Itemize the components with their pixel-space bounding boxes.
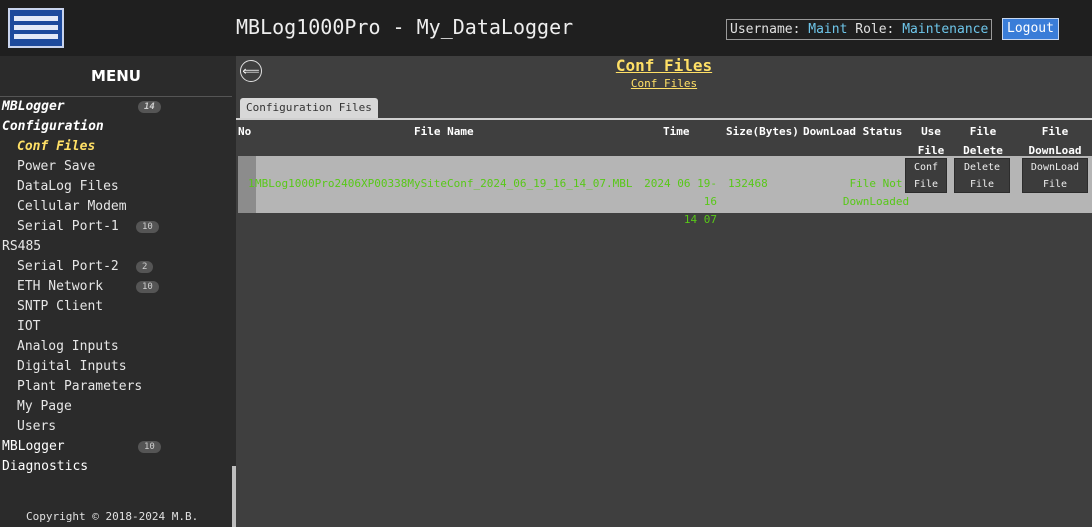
column-header-file-download: File DownLoad bbox=[1024, 122, 1086, 160]
time-line: 14 07 bbox=[683, 213, 717, 226]
column-header-status: DownLoad Status bbox=[803, 125, 903, 138]
count-badge: 10 bbox=[136, 281, 159, 293]
cell-time: 2024 06 19-16 14 07 bbox=[633, 175, 717, 229]
username-label: Username: bbox=[730, 22, 801, 37]
sidebar-item-label-line2: RS485 bbox=[2, 239, 42, 254]
button-label: File bbox=[913, 179, 939, 190]
cell-no: 1 bbox=[248, 177, 255, 190]
cell-status: File Not DownLoaded bbox=[836, 175, 916, 211]
group-label-line2: Configuration bbox=[2, 119, 104, 134]
count-badge: 14 bbox=[138, 101, 161, 113]
role-value: Maintenance bbox=[902, 22, 989, 37]
app-title: MBLog1000Pro - My_DataLogger bbox=[236, 15, 574, 39]
sidebar-item-users[interactable]: Users bbox=[0, 417, 232, 437]
sidebar-item-power-save[interactable]: Power Save bbox=[0, 157, 232, 177]
time-line: 2024 06 19-16 bbox=[644, 177, 717, 208]
group-label-line1: MBLogger bbox=[2, 99, 65, 114]
cell-size: 132468 bbox=[728, 177, 768, 190]
top-header: MBLog1000Pro - My_DataLogger Username: M… bbox=[0, 0, 1092, 57]
button-label: DownLoad bbox=[1030, 162, 1080, 173]
sidebar-group-configuration[interactable]: MBLogger Configuration 14 bbox=[0, 97, 232, 137]
header-line: Use bbox=[921, 125, 941, 138]
table-top-divider bbox=[236, 118, 1092, 120]
count-badge: 2 bbox=[136, 261, 154, 273]
menu-title: MENU bbox=[0, 56, 232, 97]
sidebar-item-analog-inputs[interactable]: Analog Inputs bbox=[0, 337, 232, 357]
sidebar-item-label: ETH Network bbox=[17, 279, 104, 294]
sidebar-item-digital-inputs[interactable]: Digital Inputs bbox=[0, 357, 232, 377]
button-label: Delete bbox=[963, 162, 1001, 173]
sidebar-item-conf-files[interactable]: Conf Files bbox=[0, 137, 232, 157]
breadcrumb-link[interactable]: Conf Files bbox=[236, 77, 1092, 90]
sidebar-item-cellular-modem[interactable]: Cellular Modem bbox=[0, 197, 232, 217]
download-file-button[interactable]: DownLoad File bbox=[1022, 158, 1088, 193]
delete-file-button[interactable]: Delete File bbox=[954, 158, 1010, 193]
group-label-line2: Diagnostics bbox=[2, 459, 89, 474]
user-info: Username: Maint Role: Maintenance bbox=[726, 19, 993, 40]
group-label-line1: MBLogger bbox=[2, 439, 65, 454]
header-line: File bbox=[1041, 125, 1069, 138]
column-header-file-name: File Name bbox=[414, 125, 474, 138]
conf-file-button[interactable]: Conf File bbox=[905, 158, 947, 193]
status-line: File Not bbox=[849, 177, 903, 190]
column-header-file-delete: File Delete bbox=[958, 122, 1008, 160]
cell-file-name: MBLog1000Pro2406XP00338MySiteConf_2024_0… bbox=[255, 177, 633, 190]
status-line: DownLoaded bbox=[842, 195, 910, 208]
button-label: Conf bbox=[913, 162, 939, 173]
sidebar-item-datalog-files[interactable]: DataLog Files bbox=[0, 177, 232, 197]
sidebar-item-label: Serial Port-2 bbox=[17, 259, 119, 274]
sidebar-group-diagnostics[interactable]: MBLogger Diagnostics 10 bbox=[0, 437, 232, 477]
role-label: Role: bbox=[855, 22, 895, 37]
tab-configuration-files[interactable]: Configuration Files bbox=[240, 98, 378, 118]
sidebar-item-serial-port-2[interactable]: Serial Port-2 2 bbox=[0, 257, 232, 277]
logout-button[interactable]: Logout bbox=[1002, 18, 1059, 40]
header-line: File bbox=[969, 125, 997, 138]
count-badge: 10 bbox=[136, 221, 159, 233]
column-header-size: Size(Bytes) bbox=[726, 125, 799, 138]
column-header-use-file: Use File bbox=[916, 122, 946, 160]
sidebar-menu: MENU MBLogger Configuration 14 Conf File… bbox=[0, 56, 232, 527]
copyright-text: Copyright © 2018-2024 M.B. bbox=[26, 510, 199, 523]
sidebar-item-eth-network[interactable]: ETH Network 10 bbox=[0, 277, 232, 297]
username-value: Maint bbox=[808, 22, 848, 37]
sidebar-item-plant-parameters[interactable]: Plant Parameters bbox=[0, 377, 232, 397]
column-header-no: No bbox=[238, 125, 252, 138]
main-content: ⟸ Conf Files Conf Files Configuration Fi… bbox=[236, 56, 1092, 527]
button-label: File bbox=[969, 179, 995, 190]
sidebar-item-iot[interactable]: IOT bbox=[0, 317, 232, 337]
sidebar-item-my-page[interactable]: My Page bbox=[0, 397, 232, 417]
button-label: File bbox=[1042, 179, 1068, 190]
page-title: Conf Files bbox=[615, 56, 713, 75]
column-header-time: Time bbox=[663, 125, 690, 138]
count-badge: 10 bbox=[138, 441, 161, 453]
sidebar-item-serial-port-1[interactable]: Serial Port-1 RS485 10 bbox=[0, 217, 232, 257]
company-logo bbox=[8, 8, 64, 48]
sidebar-item-label: Serial Port-1 bbox=[17, 219, 119, 234]
sidebar-item-sntp-client[interactable]: SNTP Client bbox=[0, 297, 232, 317]
